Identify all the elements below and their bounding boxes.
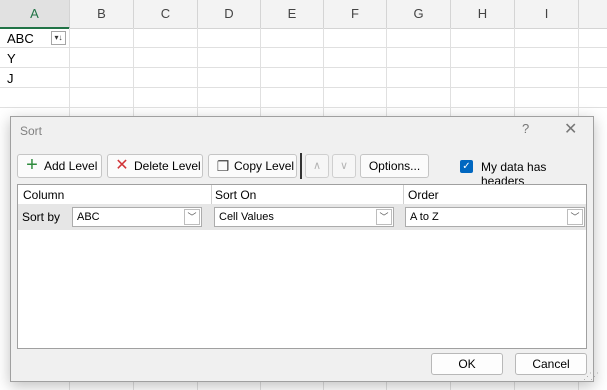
add-level-button[interactable]: + Add Level (17, 154, 102, 178)
order-value: A to Z (410, 211, 439, 223)
sort-dialog: Sort ? ✕ + Add Level ✕ Delete Level ❐ Co… (10, 116, 599, 382)
column-header-g[interactable]: G (387, 0, 451, 28)
sort-on-select[interactable]: Cell Values ﹀ (214, 207, 394, 227)
chevron-down-icon[interactable]: ﹀ (376, 209, 392, 225)
headers-checkbox-icon[interactable]: ✓ (460, 160, 473, 173)
column-header-i[interactable]: I (515, 0, 579, 28)
column-header-row: A B C D E F G H I (0, 0, 607, 29)
cancel-button[interactable]: Cancel (515, 353, 587, 375)
move-down-button[interactable]: ∨ (332, 154, 356, 178)
header-divider (211, 185, 212, 204)
chevron-down-icon[interactable]: ﹀ (567, 209, 583, 225)
resize-grip-icon[interactable]: ⋰⋰ (583, 371, 599, 382)
delete-level-button[interactable]: ✕ Delete Level (107, 154, 203, 178)
gridline (0, 107, 607, 108)
gridline (0, 87, 607, 88)
sort-levels-grid: Column Sort On Order Sort by ABC ﹀ Cell … (17, 184, 587, 349)
close-icon[interactable]: ✕ (564, 119, 577, 139)
help-icon[interactable]: ? (522, 121, 529, 136)
order-select[interactable]: A to Z ﹀ (405, 207, 585, 227)
header-divider (403, 185, 404, 204)
cell-a3[interactable]: J (7, 71, 14, 86)
column-header-c[interactable]: C (134, 0, 198, 28)
column-header-b[interactable]: B (70, 0, 134, 28)
column-heading: Column (23, 188, 65, 202)
copy-level-label: Copy Level (234, 159, 295, 173)
move-up-button[interactable]: ∧ (305, 154, 329, 178)
dialog-title: Sort (20, 124, 43, 138)
sort-by-label: Sort by (22, 210, 61, 224)
column-header-f[interactable]: F (324, 0, 387, 28)
levels-header: Column Sort On Order (18, 185, 586, 205)
column-header-e[interactable]: E (261, 0, 324, 28)
plus-icon: + (26, 154, 38, 176)
sort-on-heading: Sort On (215, 188, 257, 202)
sort-column-value: ABC (77, 211, 100, 223)
gridline (0, 47, 607, 48)
copy-icon: ❐ (216, 158, 230, 174)
column-header-d[interactable]: D (198, 0, 261, 28)
cell-a1[interactable]: ABC (7, 31, 34, 46)
copy-level-button[interactable]: ❐ Copy Level (208, 154, 297, 178)
column-header-a[interactable]: A (0, 0, 70, 29)
add-level-label: Add Level (44, 159, 98, 173)
order-heading: Order (408, 188, 439, 202)
options-button[interactable]: Options... (360, 154, 429, 178)
sort-on-value: Cell Values (219, 211, 274, 223)
column-header-h[interactable]: H (451, 0, 515, 28)
gridline (0, 67, 607, 68)
cell-a2[interactable]: Y (7, 51, 16, 66)
chevron-down-icon[interactable]: ﹀ (184, 209, 200, 225)
filter-sort-icon[interactable]: ▾↓ (51, 31, 66, 45)
sort-level-row[interactable]: Sort by ABC ﹀ Cell Values ﹀ A to Z ﹀ (18, 204, 586, 230)
sort-column-select[interactable]: ABC ﹀ (72, 207, 202, 227)
toolbar-separator (300, 153, 302, 179)
delete-level-label: Delete Level (134, 159, 201, 173)
ok-button[interactable]: OK (431, 353, 503, 375)
delete-x-icon: ✕ (115, 157, 129, 174)
